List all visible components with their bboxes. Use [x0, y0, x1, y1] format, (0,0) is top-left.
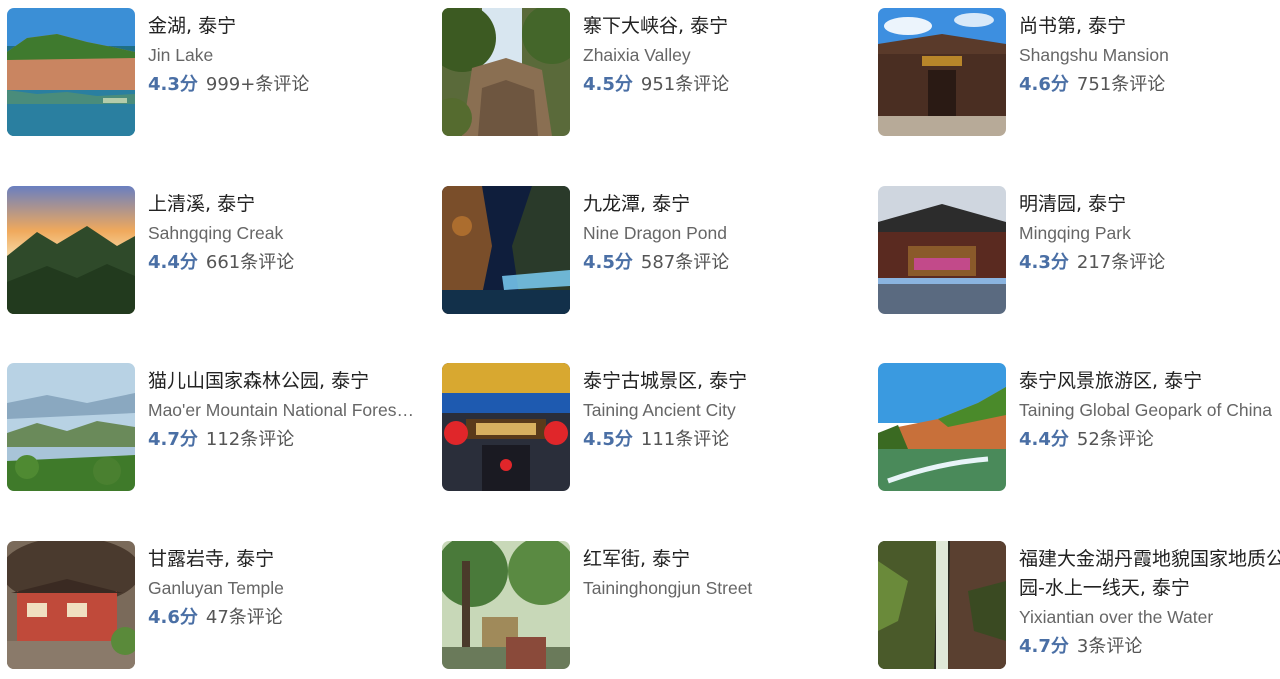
rating-row: 4.3分 217条评论	[1019, 248, 1280, 277]
rating-row: 4.5分 111条评论	[583, 425, 853, 454]
attraction-card-ganluyan-temple[interactable]: 甘露岩寺, 泰宁 Ganluyan Temple 4.6分 47条评论	[7, 541, 427, 673]
rating-row: 4.5分 951条评论	[583, 70, 853, 99]
review-count: 3条评论	[1076, 636, 1143, 657]
rating-row: 4.4分 661条评论	[148, 248, 418, 277]
rating-row: 4.5分 587条评论	[583, 248, 853, 277]
attraction-card-shangqing-creek[interactable]: 上清溪, 泰宁 Sahngqing Creak 4.4分 661条评论	[7, 186, 427, 318]
rating-score: 4.6分	[1019, 74, 1069, 95]
attraction-name-zh[interactable]: 泰宁风景旅游区, 泰宁	[1019, 367, 1280, 396]
rating-score: 4.5分	[583, 429, 633, 450]
rating-row: 4.6分 751条评论	[1019, 70, 1280, 99]
attraction-card-hongjun-street[interactable]: 红军街, 泰宁 Taininghongjun Street	[442, 541, 862, 673]
review-count: 112条评论	[205, 429, 295, 450]
attraction-photo[interactable]	[7, 8, 135, 136]
review-count: 52条评论	[1076, 429, 1154, 450]
attraction-name-en: Zhaixia Valley	[583, 45, 691, 65]
rating-score: 4.3分	[148, 74, 198, 95]
rating-score: 4.5分	[583, 252, 633, 273]
attraction-card-taining-ancient-city[interactable]: 泰宁古城景区, 泰宁 Taining Ancient City 4.5分 111条…	[442, 363, 862, 495]
attraction-name-en: Mingqing Park	[1019, 223, 1131, 243]
rating-row: 4.7分 3条评论	[1019, 632, 1280, 661]
attraction-name-zh[interactable]: 九龙潭, 泰宁	[583, 190, 853, 219]
attraction-card-taining-geopark[interactable]: 泰宁风景旅游区, 泰宁 Taining Global Geopark of Ch…	[878, 363, 1280, 495]
rating-row: 4.3分 999+条评论	[148, 70, 418, 99]
rating-row: 4.7分 112条评论	[148, 425, 418, 454]
attraction-photo[interactable]	[442, 363, 570, 491]
attraction-photo[interactable]	[442, 541, 570, 669]
attraction-photo[interactable]	[442, 186, 570, 314]
attraction-name-zh[interactable]: 上清溪, 泰宁	[148, 190, 418, 219]
attraction-card-mingqing-park[interactable]: 明清园, 泰宁 Mingqing Park 4.3分 217条评论	[878, 186, 1280, 318]
attraction-photo[interactable]	[878, 363, 1006, 491]
review-count: 661条评论	[205, 252, 295, 273]
attraction-photo[interactable]	[878, 8, 1006, 136]
review-count: 751条评论	[1076, 74, 1166, 95]
rating-score: 4.3分	[1019, 252, 1069, 273]
attraction-card-maoer-mountain[interactable]: 猫儿山国家森林公园, 泰宁 Mao'er Mountain National F…	[7, 363, 427, 495]
rating-score: 4.4分	[1019, 429, 1069, 450]
attraction-photo[interactable]	[878, 186, 1006, 314]
attraction-name-en: Sahngqing Creak	[148, 223, 284, 243]
review-count: 587条评论	[640, 252, 730, 273]
attraction-photo[interactable]	[878, 541, 1006, 669]
rating-score: 4.4分	[148, 252, 198, 273]
attraction-name-en: Ganluyan Temple	[148, 578, 284, 598]
rating-row: 4.6分 47条评论	[148, 603, 418, 632]
attraction-photo[interactable]	[7, 186, 135, 314]
attraction-photo[interactable]	[7, 363, 135, 491]
attraction-name-zh[interactable]: 尚书第, 泰宁	[1019, 12, 1280, 41]
review-count: 999+条评论	[205, 74, 310, 95]
attraction-name-zh[interactable]: 明清园, 泰宁	[1019, 190, 1280, 219]
attraction-name-zh[interactable]: 甘露岩寺, 泰宁	[148, 545, 418, 574]
rating-score: 4.7分	[148, 429, 198, 450]
attraction-name-en: Taininghongjun Street	[583, 578, 753, 598]
attraction-name-en: Jin Lake	[148, 45, 214, 65]
rating-score: 4.6分	[148, 607, 198, 628]
attraction-card-zhaixia-valley[interactable]: 寨下大峡谷, 泰宁 Zhaixia Valley 4.5分 951条评论	[442, 8, 862, 140]
attraction-name-zh[interactable]: 红军街, 泰宁	[583, 545, 853, 574]
attraction-name-zh[interactable]: 猫儿山国家森林公园, 泰宁	[148, 367, 418, 396]
attraction-card-shangshu-mansion[interactable]: 尚书第, 泰宁 Shangshu Mansion 4.6分 751条评论	[878, 8, 1280, 140]
attraction-name-en: Yixiantian over the Water	[1019, 607, 1214, 627]
attraction-name-en: Mao'er Mountain National Forest Park	[148, 400, 418, 420]
attraction-card-nine-dragon-pond[interactable]: 九龙潭, 泰宁 Nine Dragon Pond 4.5分 587条评论	[442, 186, 862, 318]
attraction-card-yixiantian[interactable]: 福建大金湖丹霞地貌国家地质公园-水上一线天, 泰宁 Yixiantian ove…	[878, 541, 1280, 673]
attraction-name-zh[interactable]: 泰宁古城景区, 泰宁	[583, 367, 853, 396]
attraction-name-en: Taining Ancient City	[583, 400, 736, 420]
review-count: 47条评论	[205, 607, 283, 628]
attraction-card-jin-lake[interactable]: 金湖, 泰宁 Jin Lake 4.3分 999+条评论	[7, 8, 427, 140]
rating-score: 4.5分	[583, 74, 633, 95]
attraction-photo[interactable]	[7, 541, 135, 669]
attraction-name-en: Shangshu Mansion	[1019, 45, 1169, 65]
attraction-photo[interactable]	[442, 8, 570, 136]
rating-score: 4.7分	[1019, 636, 1069, 657]
review-count: 217条评论	[1076, 252, 1166, 273]
attraction-name-zh[interactable]: 寨下大峡谷, 泰宁	[583, 12, 853, 41]
attraction-grid: 金湖, 泰宁 Jin Lake 4.3分 999+条评论 寨下大峡谷, 泰宁 Zh…	[0, 0, 1280, 679]
attraction-name-en: Taining Global Geopark of China	[1019, 400, 1272, 420]
review-count: 951条评论	[640, 74, 730, 95]
review-count: 111条评论	[640, 429, 730, 450]
rating-row: 4.4分 52条评论	[1019, 425, 1280, 454]
attraction-name-zh[interactable]: 福建大金湖丹霞地貌国家地质公园-水上一线天, 泰宁	[1019, 545, 1280, 603]
attraction-name-en: Nine Dragon Pond	[583, 223, 727, 243]
attraction-name-zh[interactable]: 金湖, 泰宁	[148, 12, 418, 41]
